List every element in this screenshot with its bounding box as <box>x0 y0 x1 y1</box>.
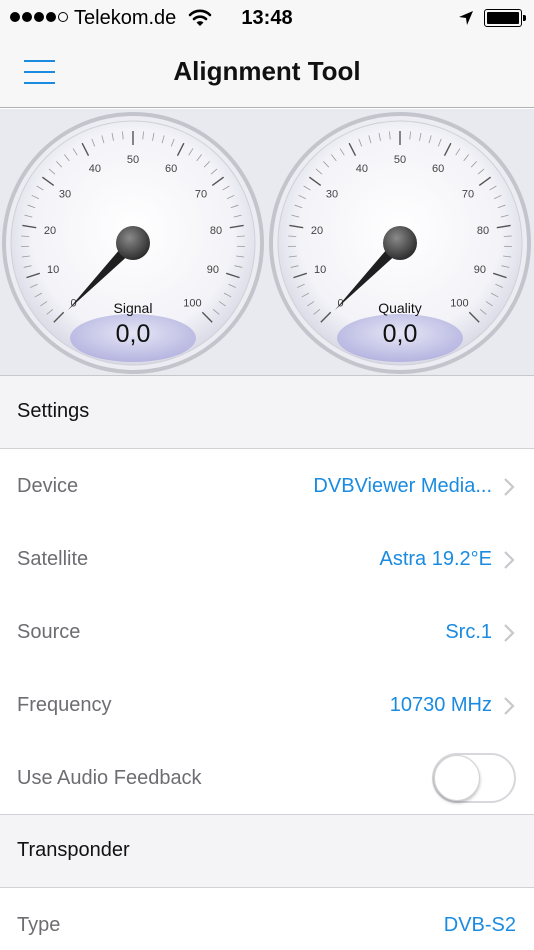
gauge-needle-hub <box>383 226 417 260</box>
source-label: Source <box>17 621 81 643</box>
transponder-section-header: Transponder <box>0 815 534 888</box>
gauge-tick-label: 30 <box>59 189 71 201</box>
gauge-tick <box>503 235 512 237</box>
gauge-tick-label: 90 <box>474 264 486 276</box>
page-title: Alignment Tool <box>173 56 361 86</box>
source-value: Src.1 <box>445 621 492 643</box>
settings-section-header: Settings <box>0 376 534 449</box>
satellite-value: Astra 19.2°E <box>379 548 493 570</box>
gauge-tick-label: 10 <box>47 264 59 276</box>
frequency-value: 10730 MHz <box>389 694 492 716</box>
gauge-tick-label: 60 <box>432 163 444 175</box>
signal-gauge-value: 0,0 <box>115 320 151 348</box>
gauge-tick-label: 20 <box>44 225 56 237</box>
gauge-needle-hub <box>116 226 150 260</box>
gauge-tick-label: 40 <box>356 163 368 175</box>
gauge-tick-label: 10 <box>314 264 326 276</box>
device-value: DVBViewer Media... <box>313 475 492 497</box>
status-time: 13:48 <box>241 7 293 29</box>
type-value: DVB-S2 <box>443 914 516 936</box>
quality-gauge-label: Quality <box>378 300 422 316</box>
gauge-tick-label: 90 <box>207 264 219 276</box>
chevron-right-icon <box>504 551 515 569</box>
chevron-right-icon <box>504 624 515 642</box>
gauge-tick-label: 80 <box>477 225 489 237</box>
settings-header-label: Settings <box>17 400 90 422</box>
gauge-tick <box>236 235 245 237</box>
signal-gauge: 0 10 20 30 40 50 60 70 80 90 100 Signal 0,0 <box>1 111 265 375</box>
chevron-right-icon <box>504 697 515 715</box>
gauge-tick-label: 80 <box>210 225 222 237</box>
location-arrow-icon <box>458 10 474 31</box>
gauge-tick-label: 70 <box>462 189 474 201</box>
gauge-tick-label: 20 <box>311 225 323 237</box>
status-bar: Telekom.de 13:48 <box>0 0 534 36</box>
device-row[interactable]: Device DVBViewer Media... <box>0 449 534 523</box>
gauge-tick-label: 60 <box>165 163 177 175</box>
type-row[interactable]: Type DVB-S2 <box>0 888 534 950</box>
frequency-row[interactable]: Frequency 10730 MHz <box>0 668 534 742</box>
gauge-tick-label: 40 <box>89 163 101 175</box>
toggle-knob <box>434 755 480 801</box>
frequency-label: Frequency <box>17 694 112 716</box>
audio-feedback-label: Use Audio Feedback <box>17 767 202 789</box>
gauges-panel: 0 10 20 30 40 50 60 70 80 90 100 Signal 0,0 0 10 20 3… <box>0 109 534 376</box>
gauge-tick-label: 50 <box>394 154 406 166</box>
quality-gauge-value: 0,0 <box>382 320 418 348</box>
device-label: Device <box>17 475 79 497</box>
satellite-row[interactable]: Satellite Astra 19.2°E <box>0 522 534 596</box>
audio-feedback-row: Use Audio Feedback <box>0 741 534 815</box>
gauge-tick <box>21 235 30 237</box>
satellite-label: Satellite <box>17 548 89 570</box>
transponder-header-label: Transponder <box>17 839 130 861</box>
chevron-right-icon <box>504 478 515 496</box>
signal-gauge-label: Signal <box>113 300 153 316</box>
gauge-tick <box>288 235 297 237</box>
battery-icon <box>484 9 526 27</box>
source-row[interactable]: Source Src.1 <box>0 595 534 669</box>
gauge-tick-label: 50 <box>127 154 139 166</box>
navigation-bar: Alignment Tool <box>0 36 534 108</box>
quality-gauge: 0 10 20 30 40 50 60 70 80 90 100 Quality 0,0 <box>268 111 532 375</box>
gauge-tick-label: 70 <box>195 189 207 201</box>
audio-feedback-toggle[interactable] <box>432 753 516 803</box>
type-label: Type <box>17 914 61 936</box>
gauge-tick-label: 30 <box>326 189 338 201</box>
